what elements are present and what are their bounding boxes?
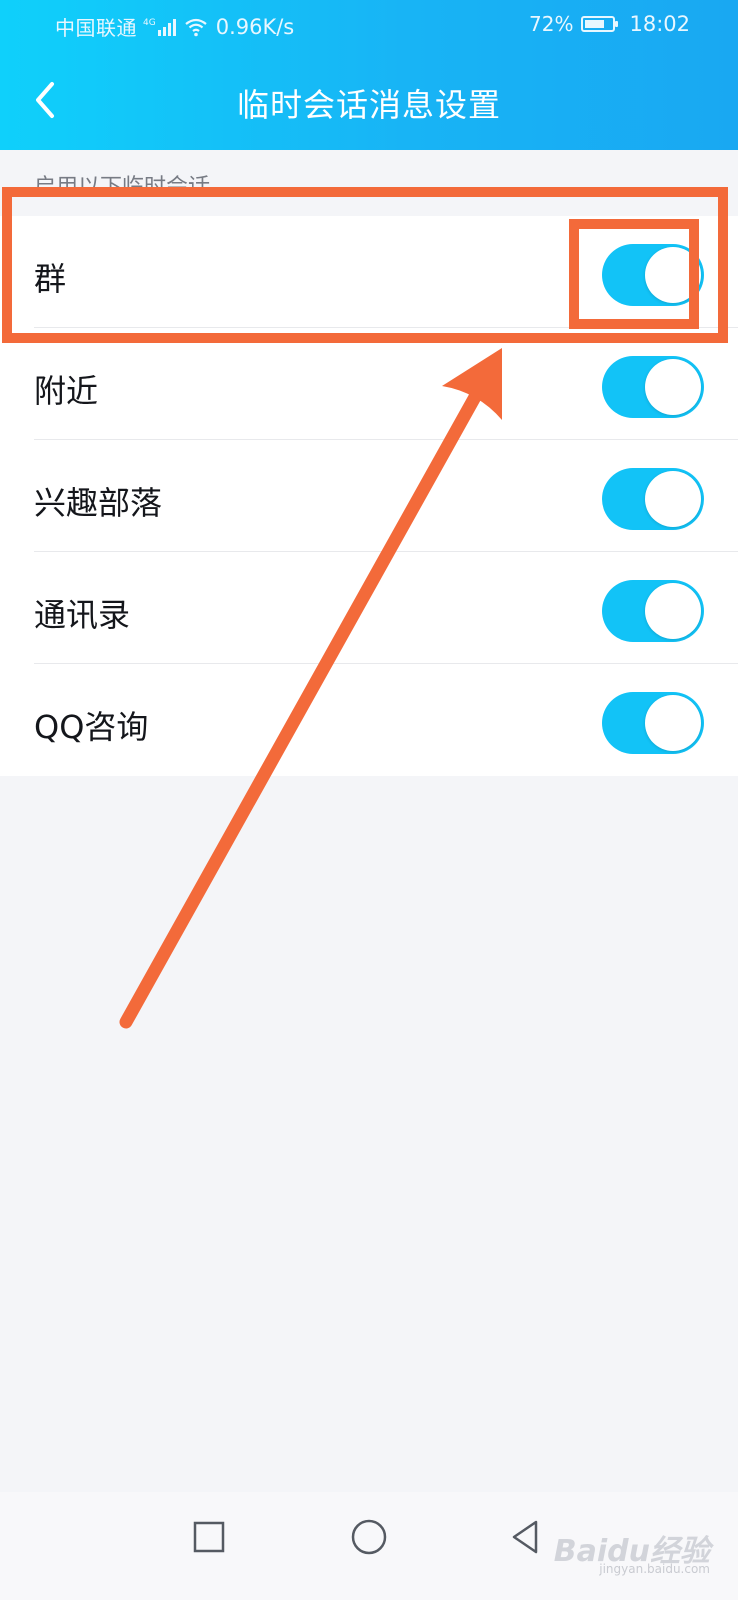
setting-label: 通讯录 — [34, 596, 131, 634]
toggle-knob — [645, 471, 701, 527]
clock: 18:02 — [629, 12, 690, 36]
settings-row: 附近 — [0, 328, 738, 440]
signal-icon: 4G — [143, 18, 178, 36]
section-label: 启用以下临时会话 — [34, 175, 211, 192]
square-recent-icon[interactable] — [184, 1512, 234, 1562]
page-title: 临时会话消息设置 — [236, 86, 501, 124]
settings-row: 兴趣部落 — [0, 440, 738, 552]
settings-row: QQ咨询 — [0, 664, 738, 776]
wifi-icon — [185, 18, 207, 36]
watermark-logo: Baidu经验 jingyan.baidu.com — [553, 1534, 710, 1576]
setting-label: 兴趣部落 — [34, 484, 163, 522]
setting-toggle[interactable] — [602, 356, 704, 418]
circle-home-icon[interactable] — [344, 1512, 394, 1562]
network-speed: 0.96K/s — [215, 14, 295, 39]
setting-toggle[interactable] — [602, 692, 704, 754]
toggle-knob — [645, 359, 701, 415]
settings-row: 通讯录 — [0, 552, 738, 664]
setting-toggle[interactable] — [602, 580, 704, 642]
setting-label: 群 — [34, 260, 67, 298]
battery-percent: 72% — [529, 12, 574, 36]
settings-row: 群 — [0, 216, 738, 328]
toggle-knob — [645, 695, 701, 751]
settings-list: 群附近兴趣部落通讯录 QQ咨询 — [0, 216, 738, 776]
carrier-name: 中国联通 — [55, 16, 137, 40]
nav-bar: 临时会话消息设置 — [0, 50, 738, 150]
triangle-back-icon[interactable] — [500, 1512, 550, 1562]
app-header: 中国联通 4G 0.96K/s 72% 18:02 临时会话消息设置 — [0, 0, 738, 150]
setting-toggle[interactable] — [602, 244, 704, 306]
setting-toggle[interactable] — [602, 468, 704, 530]
system-nav-bar: Baidu经验 jingyan.baidu.com — [0, 1492, 738, 1600]
setting-label: QQ咨询 — [34, 708, 149, 746]
battery-icon — [581, 16, 619, 32]
toggle-knob — [645, 583, 701, 639]
setting-label: 附近 — [34, 372, 99, 410]
status-bar: 中国联通 4G 0.96K/s 72% 18:02 — [0, 0, 738, 50]
network-type: 4G — [143, 17, 156, 28]
toggle-knob — [645, 247, 701, 303]
